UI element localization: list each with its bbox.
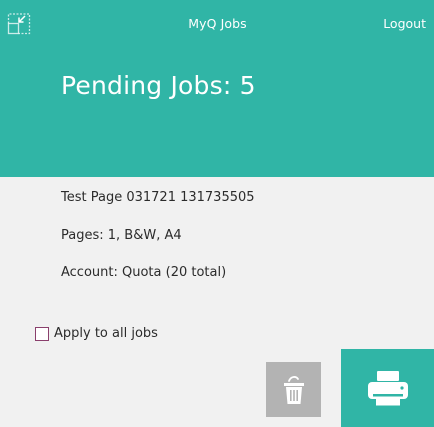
- job-pages: Pages: 1, B&W, A4: [61, 228, 182, 243]
- job-account: Account: Quota (20 total): [61, 265, 227, 280]
- apply-all-label: Apply to all jobs: [54, 326, 158, 341]
- delete-button[interactable]: [266, 362, 321, 417]
- app-title: MyQ Jobs: [188, 16, 247, 31]
- apply-all-checkbox[interactable]: [35, 326, 49, 341]
- minimize-icon[interactable]: [7, 11, 31, 35]
- trash-icon: [283, 375, 304, 404]
- printer-icon: [367, 371, 408, 406]
- pending-jobs-title: Pending Jobs: 5: [61, 71, 256, 100]
- logout-link[interactable]: Logout: [383, 16, 426, 31]
- apply-all-checkbox-row[interactable]: Apply to all jobs: [35, 326, 158, 341]
- header-bar: MyQ Jobs Logout Pending Jobs: 5: [0, 0, 434, 177]
- job-name: Test Page 031721 131735505: [61, 190, 255, 205]
- myq-jobs-app: MyQ Jobs Logout Pending Jobs: 5 Test Pag…: [0, 0, 434, 427]
- print-button[interactable]: [341, 349, 434, 427]
